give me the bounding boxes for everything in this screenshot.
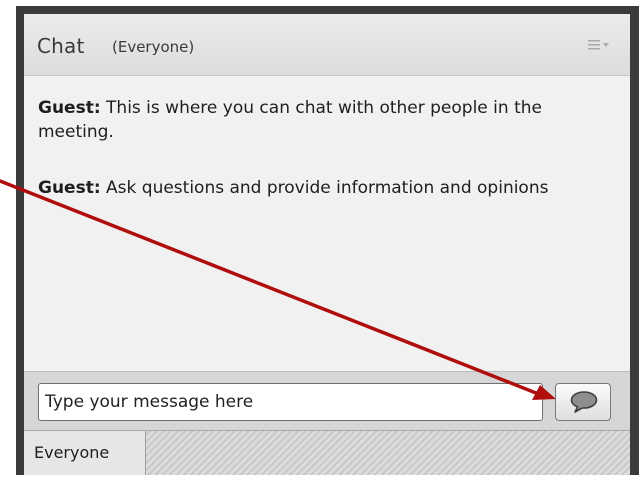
pod-subtitle: (Everyone) [112, 38, 195, 56]
message-author: Guest: [38, 98, 101, 118]
message-list: Guest: This is where you can chat with o… [24, 76, 630, 372]
message-author: Guest: [38, 178, 101, 198]
chat-pod: Chat (Everyone) Guest: This is where you… [24, 14, 630, 475]
pod-menu-icon[interactable] [588, 39, 610, 53]
message-input[interactable] [38, 383, 543, 421]
window-frame: Chat (Everyone) Guest: This is where you… [16, 6, 639, 475]
chat-pod-header: Chat (Everyone) [24, 14, 630, 76]
tab-everyone[interactable]: Everyone [24, 431, 146, 475]
pod-title: Chat [37, 34, 85, 58]
speech-bubble-icon [570, 391, 598, 413]
message-text: This is where you can chat with other pe… [38, 98, 542, 142]
message-text: Ask questions and provide information an… [100, 178, 549, 198]
chat-message: Guest: Ask questions and provide informa… [38, 176, 610, 200]
message-composer [24, 372, 630, 431]
chat-message: Guest: This is where you can chat with o… [38, 96, 610, 144]
recipient-tabs-bar: Everyone [24, 431, 630, 475]
send-button[interactable] [555, 383, 611, 421]
